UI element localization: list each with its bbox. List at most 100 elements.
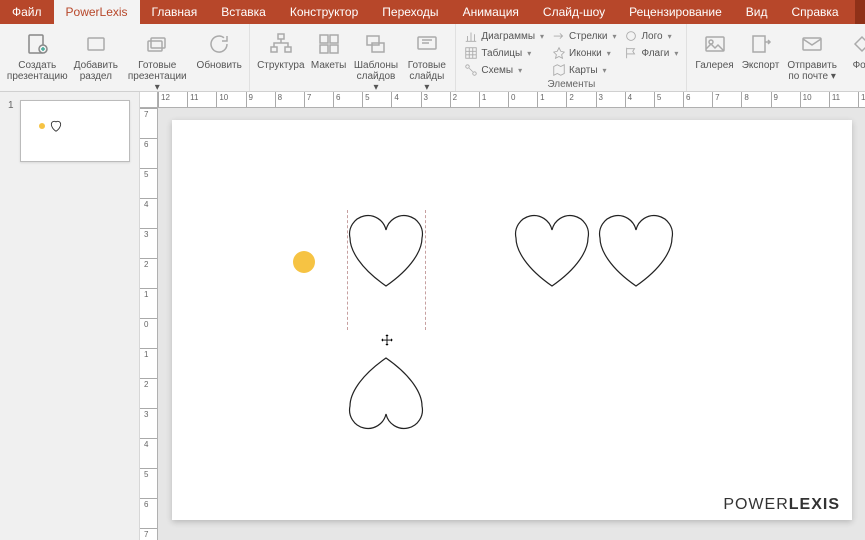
ruler-horizontal[interactable]: 1211109876543210123456789101112 xyxy=(158,92,865,108)
ruler-tick: 10 xyxy=(800,92,801,107)
export-button[interactable]: Экспорт xyxy=(740,28,782,73)
ruler-tick: 2 xyxy=(140,258,157,259)
ruler-tick: 8 xyxy=(741,92,742,107)
new-file-icon xyxy=(25,32,49,56)
slide-canvas[interactable]: POWERLEXIS xyxy=(172,120,852,520)
thumbnail-panel[interactable]: 1 xyxy=(0,92,140,540)
layouts-button[interactable]: Макеты xyxy=(310,28,348,73)
schemes-button[interactable]: Схемы xyxy=(462,62,546,78)
tab-insert[interactable]: Вставка xyxy=(209,0,278,24)
diagrams-button[interactable]: Диаграммы xyxy=(462,28,546,44)
ruler-tick: 3 xyxy=(140,408,157,409)
group-elements-label: Элементы xyxy=(547,78,595,91)
logo-button[interactable]: Лого xyxy=(622,28,680,44)
tab-review[interactable]: Рецензирование xyxy=(617,0,734,24)
group-slides: Структура Макеты Шаблоны слайдов ▾ Готов… xyxy=(250,24,456,91)
table-icon xyxy=(464,46,478,60)
create-presentation-button[interactable]: Создать презентацию xyxy=(6,28,69,84)
tab-slideshow[interactable]: Слайд-шоу xyxy=(531,0,617,24)
ruler-tick: 4 xyxy=(625,92,626,107)
tab-help[interactable]: Справка xyxy=(780,0,851,24)
map-icon xyxy=(552,63,566,77)
templates-icon xyxy=(364,32,388,56)
background-button[interactable]: Фон xyxy=(843,28,865,73)
gallery-button[interactable]: Галерея xyxy=(693,28,735,73)
ruler-tick: 1 xyxy=(140,288,157,289)
ruler-tick: 4 xyxy=(140,198,157,199)
heart-shape-3[interactable] xyxy=(516,216,589,286)
tab-file[interactable]: Файл xyxy=(0,0,54,24)
chart-icon xyxy=(464,29,478,43)
ready-slides-button[interactable]: Готовые слайды ▾ xyxy=(404,28,449,92)
tab-view[interactable]: Вид xyxy=(734,0,780,24)
heart-shape-2-selected[interactable] xyxy=(350,358,423,428)
tab-strip: Файл PowerLexis Главная Вставка Конструк… xyxy=(0,0,865,24)
ruler-tick: 7 xyxy=(140,528,157,529)
tab-transitions[interactable]: Переходы xyxy=(370,0,450,24)
maps-button[interactable]: Карты xyxy=(550,62,618,78)
ruler-tick: 5 xyxy=(362,92,363,107)
heart-shape-4[interactable] xyxy=(600,216,673,286)
canvas-area: 1211109876543210123456789101112 76543210… xyxy=(140,92,865,540)
ruler-tick: 6 xyxy=(140,138,157,139)
ready-presentations-button[interactable]: Готовые презентации ▾ xyxy=(123,28,191,92)
ruler-tick: 0 xyxy=(140,318,157,319)
ruler-tick: 1 xyxy=(140,348,157,349)
stack-icon xyxy=(145,32,169,56)
section-icon xyxy=(84,32,108,56)
ruler-tick: 3 xyxy=(140,228,157,229)
tables-button[interactable]: Таблицы xyxy=(462,45,546,61)
icons-button[interactable]: Иконки xyxy=(550,45,618,61)
refresh-button[interactable]: Обновить xyxy=(195,28,243,73)
tab-animation[interactable]: Анимация xyxy=(451,0,531,24)
ruler-tick: 6 xyxy=(140,498,157,499)
ruler-tick: 3 xyxy=(421,92,422,107)
templates-button[interactable]: Шаблоны слайдов ▾ xyxy=(352,28,401,92)
yellow-dot-shape[interactable] xyxy=(293,251,315,273)
export-icon xyxy=(749,32,773,56)
ruler-tick: 6 xyxy=(333,92,334,107)
ruler-tick: 5 xyxy=(140,468,157,469)
heart-shape-1[interactable] xyxy=(350,216,423,286)
move-cursor-icon xyxy=(380,333,394,347)
flag-icon xyxy=(624,46,638,60)
image-icon xyxy=(703,32,727,56)
ruler-tick: 11 xyxy=(829,92,830,107)
ruler-corner xyxy=(140,92,158,108)
ruler-tick: 7 xyxy=(712,92,713,107)
refresh-icon xyxy=(207,32,231,56)
ruler-tick: 9 xyxy=(246,92,247,107)
tab-powerlexis[interactable]: PowerLexis xyxy=(54,0,140,24)
thumb-heart-icon xyxy=(49,119,63,133)
ruler-tick: 4 xyxy=(391,92,392,107)
ruler-tick: 2 xyxy=(140,378,157,379)
mail-icon xyxy=(800,32,824,56)
slide-thumbnail-1[interactable] xyxy=(20,100,130,162)
bucket-icon xyxy=(850,32,865,56)
ruler-tick: 10 xyxy=(216,92,217,107)
ruler-tick: 5 xyxy=(654,92,655,107)
ribbon: Создать презентацию Добавить раздел Гото… xyxy=(0,24,865,92)
ruler-tick: 3 xyxy=(596,92,597,107)
add-section-button[interactable]: Добавить раздел xyxy=(73,28,120,84)
ruler-tick: 5 xyxy=(140,168,157,169)
flags-button[interactable]: Флаги xyxy=(622,45,680,61)
slide-shapes xyxy=(172,120,852,520)
ruler-vertical[interactable]: 765432101234567 xyxy=(140,108,158,540)
hierarchy-icon xyxy=(269,32,293,56)
star-icon xyxy=(552,46,566,60)
slide-structure-button[interactable]: Структура xyxy=(256,28,306,73)
tab-design[interactable]: Конструктор xyxy=(278,0,370,24)
watermark: POWERLEXIS xyxy=(723,496,840,514)
ruler-tick: 4 xyxy=(140,438,157,439)
tab-format[interactable]: Формат xyxy=(855,0,865,24)
ruler-tick: 8 xyxy=(275,92,276,107)
ruler-tick: 2 xyxy=(450,92,451,107)
ruler-tick: 1 xyxy=(479,92,480,107)
group-elements: Диаграммы Таблицы Схемы Стрелки Иконки К… xyxy=(456,24,687,91)
grid-icon xyxy=(317,32,341,56)
send-mail-button[interactable]: Отправить по почте ▾ xyxy=(785,28,839,84)
group-misc: Галерея Экспорт Отправить по почте ▾ Фон… xyxy=(687,24,865,91)
tab-home[interactable]: Главная xyxy=(140,0,210,24)
arrows-button[interactable]: Стрелки xyxy=(550,28,618,44)
